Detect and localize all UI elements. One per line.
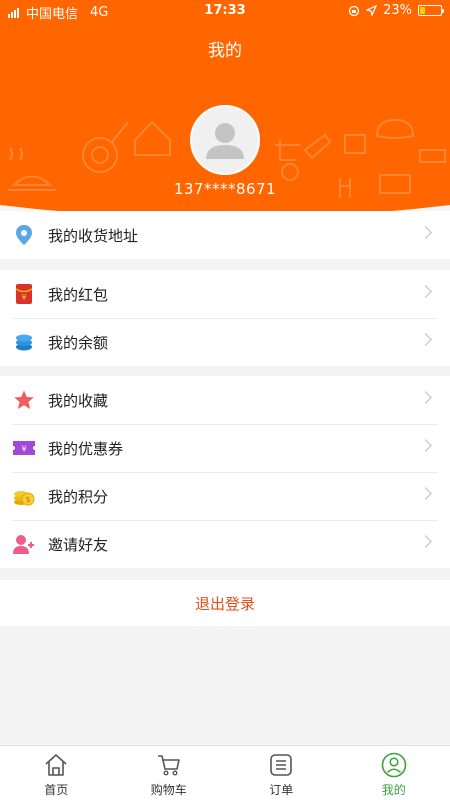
chevron-right-icon	[419, 391, 432, 404]
location-arrow-icon	[366, 5, 378, 16]
profile-icon	[381, 752, 407, 778]
points-coin-icon: $	[12, 484, 36, 508]
address-group: 我的收货地址	[0, 211, 450, 259]
menu-item-favorites[interactable]: 我的收藏	[0, 376, 450, 424]
chevron-right-icon	[419, 487, 432, 500]
tab-orders[interactable]: 订单	[225, 746, 338, 800]
chevron-right-icon	[419, 333, 432, 346]
red-envelope-icon: ¥	[12, 282, 36, 306]
home-icon	[43, 752, 69, 778]
cart-icon	[156, 752, 182, 778]
wallet-group: ¥ 我的红包 我的余额	[0, 270, 450, 366]
tab-label: 首页	[44, 783, 69, 797]
coupon-icon: ¥	[12, 436, 36, 460]
tab-label: 我的	[381, 783, 406, 797]
menu-item-points[interactable]: $ 我的积分	[0, 472, 450, 520]
menu-label: 我的收藏	[48, 391, 109, 410]
user-avatar-icon	[206, 123, 244, 159]
logout-button[interactable]: 退出登录	[0, 580, 450, 626]
user-phone: 137****8671	[173, 180, 277, 198]
tab-profile[interactable]: 我的	[338, 746, 450, 800]
menu-item-address[interactable]: 我的收货地址	[0, 211, 450, 259]
battery-icon	[418, 5, 444, 16]
star-icon	[12, 388, 36, 412]
menu-label: 我的红包	[48, 285, 109, 304]
svg-text:¥: ¥	[21, 293, 26, 302]
extras-group: 我的收藏 ¥ 我的优惠券 $ 我的积分 邀请好友	[0, 376, 450, 568]
battery-percent: 23%	[383, 3, 412, 18]
chevron-right-icon	[419, 226, 432, 239]
bottom-tab-bar: 首页 购物车 订单 我的	[0, 745, 450, 800]
menu-label: 邀请好友	[48, 535, 109, 554]
menu-item-red-envelope[interactable]: ¥ 我的红包	[0, 270, 450, 318]
svg-text:¥: ¥	[21, 445, 26, 454]
svg-text:$: $	[25, 495, 30, 504]
menu-label: 我的积分	[48, 487, 109, 506]
location-pin-icon	[12, 223, 36, 247]
status-bar: 中国电信 4G 17:33 23%	[0, 0, 450, 22]
avatar[interactable]	[190, 105, 260, 175]
chevron-right-icon	[419, 439, 432, 452]
menu-item-invite[interactable]: 邀请好友	[0, 520, 450, 568]
order-list-icon	[268, 752, 294, 778]
tab-cart[interactable]: 购物车	[113, 746, 226, 800]
page-title: 我的	[208, 41, 242, 61]
menu-label: 我的余额	[48, 333, 109, 352]
invite-friend-icon	[12, 532, 36, 556]
chevron-right-icon	[419, 535, 432, 548]
menu-label: 我的收货地址	[48, 226, 139, 245]
orientation-lock-icon	[348, 5, 360, 16]
balance-coins-icon	[12, 330, 36, 354]
menu-item-coupons[interactable]: ¥ 我的优惠券	[0, 424, 450, 472]
menu-label: 我的优惠券	[48, 439, 124, 458]
tab-label: 购物车	[150, 783, 187, 797]
menu-item-balance[interactable]: 我的余额	[0, 318, 450, 366]
chevron-right-icon	[419, 285, 432, 298]
tab-label: 订单	[269, 783, 294, 797]
profile-header: 中国电信 4G 17:33 23% 我的 137****8671	[0, 0, 450, 220]
tab-home[interactable]: 首页	[0, 746, 113, 800]
